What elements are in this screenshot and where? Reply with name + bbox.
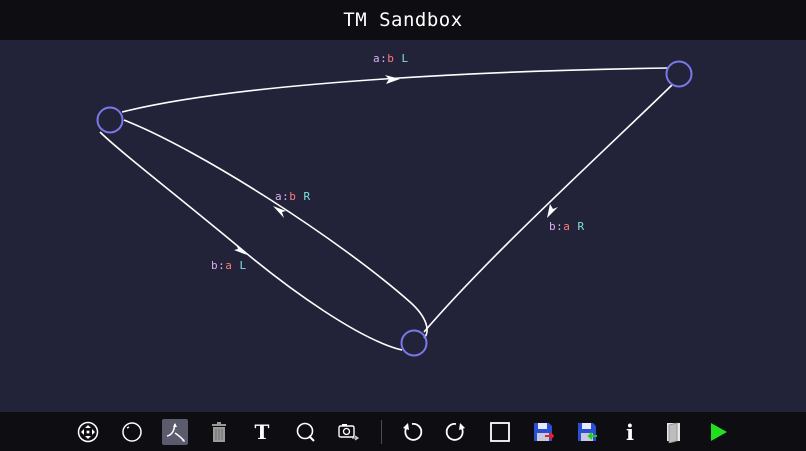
transition-edge-q2-q0[interactable]: [99, 131, 403, 351]
state-node-q0[interactable]: [96, 106, 124, 134]
transition-label[interactable]: a:b R: [275, 190, 311, 203]
camera-icon: [338, 424, 360, 441]
save-disk-green-icon: [578, 423, 597, 441]
diagram-svg: [96, 60, 693, 357]
frame-button[interactable]: [487, 419, 513, 445]
save-disk-red-icon: [534, 423, 554, 441]
square-frame-icon: [490, 422, 510, 442]
delete-button[interactable]: [206, 419, 232, 445]
save-red-button[interactable]: [530, 419, 556, 445]
circle-icon: [122, 422, 142, 442]
add-transition-button[interactable]: [162, 419, 188, 445]
edge-arrow: [547, 204, 558, 218]
app-title: TM Sandbox: [343, 9, 463, 31]
bottom-toolbar: T i: [0, 412, 806, 451]
info-button[interactable]: i: [617, 419, 643, 445]
info-icon: i: [626, 419, 634, 445]
redo-icon: [445, 423, 465, 441]
screenshot-button[interactable]: [336, 419, 362, 445]
transition-label[interactable]: b:a L: [211, 259, 247, 272]
move-tool-button[interactable]: [75, 419, 101, 445]
play-icon: [711, 423, 727, 441]
transition-label[interactable]: b:a R: [549, 220, 585, 233]
state-node-q1[interactable]: [665, 60, 693, 88]
trash-icon: [212, 422, 226, 442]
save-green-button[interactable]: [574, 419, 600, 445]
run-button[interactable]: [705, 419, 731, 445]
book-icon: [667, 422, 680, 443]
undo-button[interactable]: [399, 419, 425, 445]
add-state-button[interactable]: [119, 419, 145, 445]
open-book-button[interactable]: [661, 419, 687, 445]
move-arrows-icon: [77, 421, 99, 443]
zoom-button[interactable]: [293, 419, 319, 445]
title-bar: TM Sandbox: [0, 0, 806, 40]
text-tool-button[interactable]: T: [249, 419, 275, 445]
toolbar-divider: [381, 420, 382, 444]
state-diagram-canvas[interactable]: a:b L a:b R b:a R b:a L: [0, 40, 806, 412]
undo-icon: [403, 423, 423, 441]
transition-edge-q0-q1[interactable]: [121, 67, 669, 113]
state-node-q2[interactable]: [400, 329, 428, 357]
transition-arrows-icon: [166, 423, 185, 442]
text-icon: T: [254, 420, 270, 444]
transition-label[interactable]: a:b L: [373, 52, 409, 65]
redo-button[interactable]: [443, 419, 469, 445]
zoom-icon: [296, 422, 315, 442]
transition-edge-q0-q2[interactable]: [123, 119, 428, 339]
transition-edge-q1-q2[interactable]: [423, 84, 673, 333]
